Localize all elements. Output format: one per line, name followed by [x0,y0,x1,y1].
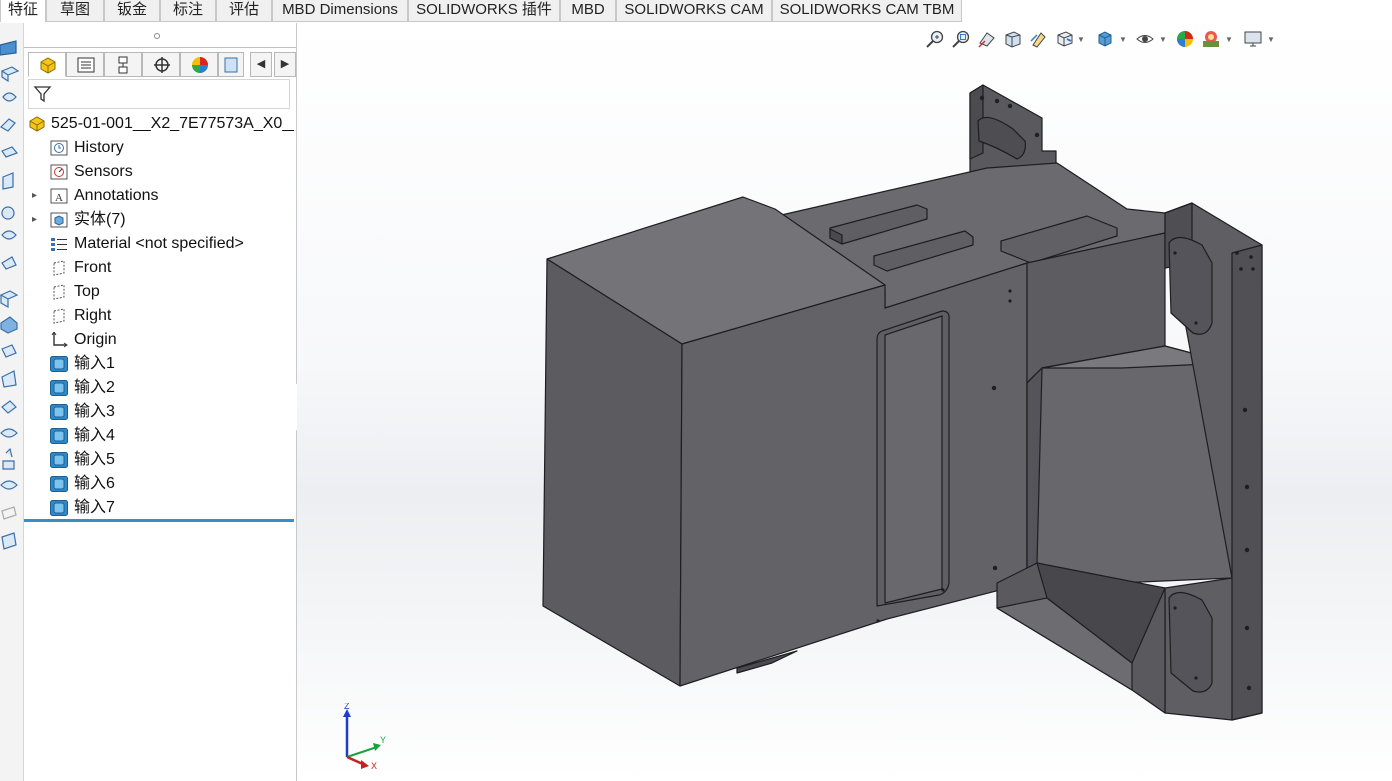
panel-grip-handle[interactable] [154,33,160,39]
tree-item-label: 输入7 [74,499,115,516]
tab-sketch[interactable]: 草图 [46,0,104,22]
tab-solidworks-addins[interactable]: SOLIDWORKS 插件 [408,0,560,22]
triad-z-label: Z [344,703,350,711]
tree-item-label: Front [74,259,112,276]
plane-icon [53,284,65,300]
triad-x-label: X [371,761,377,771]
imported-body-icon [50,380,68,396]
part-icon [40,57,56,74]
tab-feature-tree[interactable] [28,52,66,77]
tab-mbd-dimensions[interactable]: MBD Dimensions [272,0,408,22]
graphics-area[interactable]: ▼ ▼ ▼ ▼ ▼ Z Y X [297,23,1392,781]
imported-body-icon [50,404,68,420]
tree-item-label: Annotations [74,187,159,204]
sensors-icon [50,164,68,180]
tab-sheet-metal[interactable]: 钣金 [104,0,160,22]
tree-filter-box[interactable] [28,79,290,109]
tab-features[interactable]: 特征 [0,0,46,22]
expand-arrow-icon[interactable]: ▸ [32,209,42,231]
tab-cam-manager[interactable] [218,52,244,77]
scroll-tabs-right-button[interactable]: ▶ [274,52,296,77]
tree-item-label: History [74,139,124,156]
plane-icon [53,260,65,276]
history-icon [50,140,68,156]
tab-markup[interactable]: 标注 [160,0,216,22]
material-icon [51,238,67,251]
imported-body-icon [50,476,68,492]
tab-configuration-manager[interactable] [104,52,142,77]
command-strip [0,23,24,781]
rollback-bar[interactable] [24,519,294,522]
tree-item-label: 输入2 [74,379,115,396]
tab-solidworks-cam[interactable]: SOLIDWORKS CAM [616,0,772,22]
tree-item-annotations[interactable]: ▸ A Annotations [32,185,272,207]
tree-item-label: 输入6 [74,475,115,492]
tree-root-part[interactable]: 525-01-001__X2_7E77573A_X0__i [28,113,294,135]
svg-text:A: A [55,192,63,204]
dimxpert-icon [154,57,170,73]
configuration-icon [118,56,128,74]
display-manager-icon [192,57,208,73]
tab-display-manager[interactable] [180,52,218,77]
tab-mbd[interactable]: MBD [560,0,616,22]
tree-item-label: Origin [74,331,117,348]
expand-arrow-icon[interactable]: ▸ [32,185,42,207]
tab-property-manager[interactable] [66,52,104,77]
imported-body-icon [50,428,68,444]
tab-evaluate[interactable]: 评估 [216,0,272,22]
property-manager-icon [77,57,95,73]
scroll-tabs-left-button[interactable]: ◀ [250,52,272,77]
filter-icon[interactable] [33,84,53,104]
cam-icon [224,57,238,73]
feature-manager-tabs: ◀ ▶ [28,52,296,78]
imported-body-icon [50,452,68,468]
tree-item-label: 输入3 [74,403,115,420]
part-icon [29,116,45,132]
imported-body-icon [50,356,68,372]
reference-triad: Z Y X [343,703,386,771]
tab-solidworks-cam-tbm[interactable]: SOLIDWORKS CAM TBM [772,0,962,22]
command-manager-tabs: 特征 草图 钣金 标注 评估 MBD Dimensions SOLIDWORKS… [0,0,1392,23]
tree-item-label: 输入1 [74,355,115,372]
panel-divider [24,47,296,48]
solid-bodies-icon [50,212,68,228]
tree-item-label: Sensors [74,163,133,180]
annotations-icon: A [50,188,68,204]
plane-icon [53,308,65,324]
tab-dimxpert-manager[interactable] [142,52,180,77]
tree-item-label: Material <not specified> [74,235,244,252]
tree-item-solid-bodies[interactable]: ▸ 实体(7) [32,209,272,231]
tree-item-label: 输入5 [74,451,115,468]
imported-body-icon [50,500,68,516]
triad-y-label: Y [380,735,386,745]
part-model-render[interactable] [297,23,1392,781]
tree-item-label: Top [74,283,100,300]
feature-commands-icons[interactable] [0,37,23,597]
tree-item-label: Right [74,307,112,324]
tree-item-label: 输入4 [74,427,115,444]
feature-manager-panel: ◀ ▶ 525-01-001__X2_7E77573A_X0__i Histor… [24,23,297,781]
origin-icon [51,332,68,348]
part-name: 525-01-001__X2_7E77573A_X0__i [51,115,294,132]
tree-item-label: 实体(7) [74,211,126,228]
